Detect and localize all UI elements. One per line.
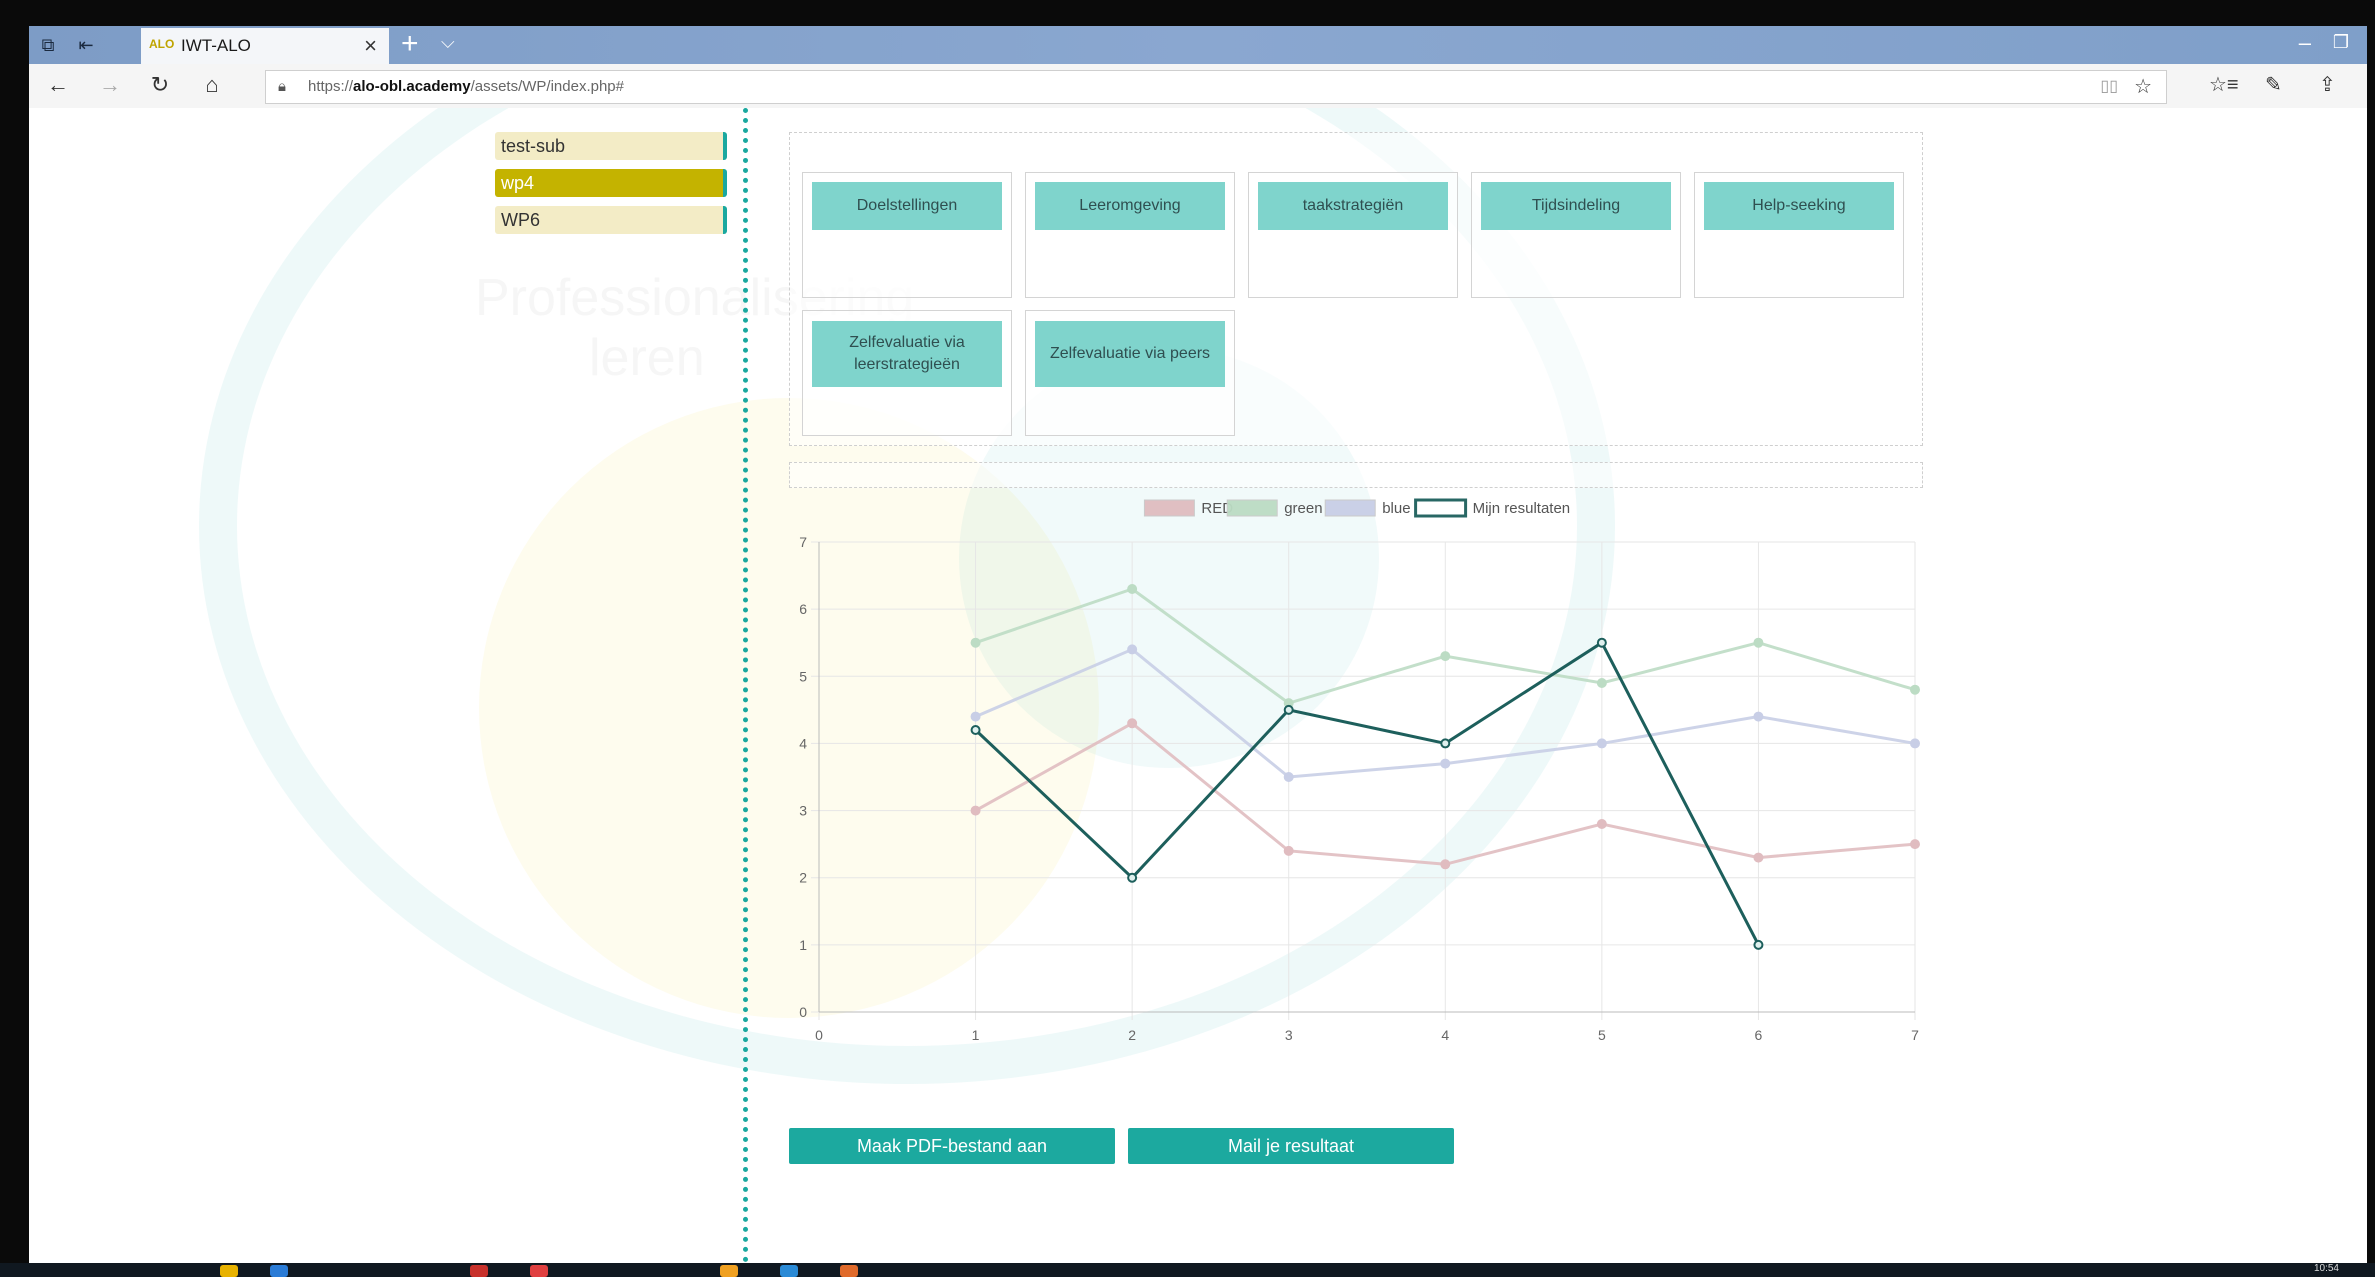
data-point bbox=[1440, 651, 1451, 662]
y-tick-label: 3 bbox=[799, 803, 807, 819]
legend-swatch bbox=[1324, 499, 1376, 517]
data-point bbox=[1753, 637, 1764, 648]
refresh-icon[interactable]: ↻ bbox=[145, 72, 175, 98]
legend-label: Mijn resultaten bbox=[1473, 500, 1571, 517]
legend-swatch bbox=[1226, 499, 1278, 517]
site-favicon-icon: ALO bbox=[149, 37, 175, 51]
data-point bbox=[1596, 637, 1607, 648]
x-tick-label: 7 bbox=[1911, 1027, 1919, 1043]
url-text: https://alo-obl.academy/assets/WP/index.… bbox=[308, 78, 624, 95]
edge-browser-icon[interactable] bbox=[270, 1265, 288, 1277]
y-tick-label: 4 bbox=[799, 735, 807, 751]
data-point bbox=[1753, 939, 1764, 950]
share-icon[interactable]: ⇪ bbox=[2319, 72, 2336, 97]
tab-dropdown-icon[interactable]: ⌵ bbox=[441, 32, 455, 53]
y-tick-label: 0 bbox=[799, 1004, 807, 1020]
y-tick-label: 1 bbox=[799, 937, 807, 953]
data-point bbox=[1440, 738, 1451, 749]
make-pdf-button[interactable]: Maak PDF-bestand aan bbox=[789, 1128, 1115, 1164]
results-line-chart: 012345670 1 2 3 4 5 6 7RED green blue Mijn resulta… bbox=[799, 498, 1920, 1043]
app-icon[interactable] bbox=[780, 1265, 798, 1277]
pen-icon[interactable]: ✎ bbox=[2265, 72, 2282, 97]
restore-window-icon[interactable]: ❐ bbox=[2333, 32, 2349, 53]
taskbar-clock: 10:54 bbox=[2313, 1263, 2339, 1274]
reading-view-icon[interactable]: ▯▯ bbox=[2100, 71, 2118, 103]
favorite-star-icon[interactable]: ☆ bbox=[2134, 71, 2152, 103]
chrome-icon[interactable] bbox=[530, 1265, 548, 1277]
browser-nav-bar: ← → ↻ ⌂ 🔒︎ https://alo-obl.academy/asset… bbox=[29, 64, 2367, 109]
data-point bbox=[1910, 839, 1920, 850]
minimize-icon[interactable]: – bbox=[2299, 30, 2311, 56]
x-tick-label: 5 bbox=[1598, 1027, 1606, 1043]
legend-label: blue bbox=[1382, 500, 1410, 517]
data-point bbox=[1440, 859, 1451, 870]
data-point bbox=[1910, 738, 1920, 749]
data-point bbox=[1753, 711, 1764, 722]
x-tick-label: 6 bbox=[1755, 1027, 1763, 1043]
data-point bbox=[1127, 584, 1138, 594]
file-explorer-icon[interactable] bbox=[220, 1265, 238, 1277]
app-icon[interactable] bbox=[840, 1265, 858, 1277]
y-tick-label: 5 bbox=[799, 668, 807, 684]
data-point bbox=[1283, 772, 1294, 782]
y-tick-label: 7 bbox=[799, 534, 807, 550]
address-bar[interactable]: 🔒︎ https://alo-obl.academy/assets/WP/ind… bbox=[265, 70, 2167, 104]
x-tick-label: 1 bbox=[972, 1027, 980, 1043]
app-icon[interactable] bbox=[470, 1265, 488, 1277]
data-point bbox=[1596, 678, 1607, 688]
forward-arrow-icon[interactable]: → bbox=[95, 72, 125, 98]
screen-frame-left bbox=[0, 0, 29, 1277]
data-point bbox=[1127, 644, 1138, 655]
home-icon[interactable]: ⌂ bbox=[197, 72, 227, 98]
lock-icon: 🔒︎ bbox=[278, 78, 286, 95]
x-tick-label: 4 bbox=[1441, 1027, 1449, 1043]
browser-tab[interactable]: ALO IWT-ALO × bbox=[141, 28, 389, 64]
tab-close-icon[interactable]: × bbox=[364, 33, 377, 59]
screen-frame-right bbox=[2367, 0, 2375, 1277]
new-tab-icon[interactable]: + bbox=[401, 27, 419, 61]
series-line-mijn-resultaten bbox=[974, 640, 1760, 946]
legend-swatch bbox=[1143, 499, 1195, 517]
screen-frame-top bbox=[0, 0, 2375, 26]
legend-label: green bbox=[1284, 500, 1322, 517]
data-point bbox=[1127, 718, 1138, 729]
data-point bbox=[1127, 872, 1138, 883]
mail-results-button[interactable]: Mail je resultaat bbox=[1128, 1128, 1454, 1164]
data-point bbox=[970, 725, 981, 735]
tab-preview-icon[interactable]: ⇤ bbox=[73, 32, 99, 58]
windows-taskbar: 10:54 bbox=[0, 1263, 2375, 1277]
page-content: Professionalisering leren test-sub wp4 W… bbox=[29, 108, 2367, 1263]
browser-tab-bar: ⧉ ⇤ ALO IWT-ALO × + ⌵ – ❐ bbox=[29, 26, 2367, 64]
data-point bbox=[1440, 758, 1451, 769]
data-point bbox=[1283, 845, 1294, 856]
x-tick-label: 3 bbox=[1285, 1027, 1293, 1043]
data-point bbox=[1596, 738, 1607, 749]
data-point bbox=[970, 805, 981, 816]
data-point bbox=[970, 637, 981, 648]
data-point bbox=[970, 711, 981, 722]
y-tick-label: 2 bbox=[799, 870, 807, 886]
legend-swatch bbox=[1414, 498, 1468, 518]
app-icon[interactable] bbox=[720, 1265, 738, 1277]
data-point bbox=[1596, 819, 1607, 829]
x-tick-label: 2 bbox=[1128, 1027, 1136, 1043]
tab-aside-icon[interactable]: ⧉ bbox=[35, 32, 61, 58]
data-point bbox=[1910, 684, 1920, 695]
data-point bbox=[1753, 852, 1764, 863]
data-point bbox=[1283, 704, 1294, 715]
tab-title: IWT-ALO bbox=[181, 36, 251, 55]
favorites-bar-icon[interactable]: ☆≡ bbox=[2209, 72, 2239, 97]
back-arrow-icon[interactable]: ← bbox=[43, 72, 73, 98]
x-tick-label: 0 bbox=[815, 1027, 823, 1043]
y-tick-label: 6 bbox=[799, 601, 807, 617]
